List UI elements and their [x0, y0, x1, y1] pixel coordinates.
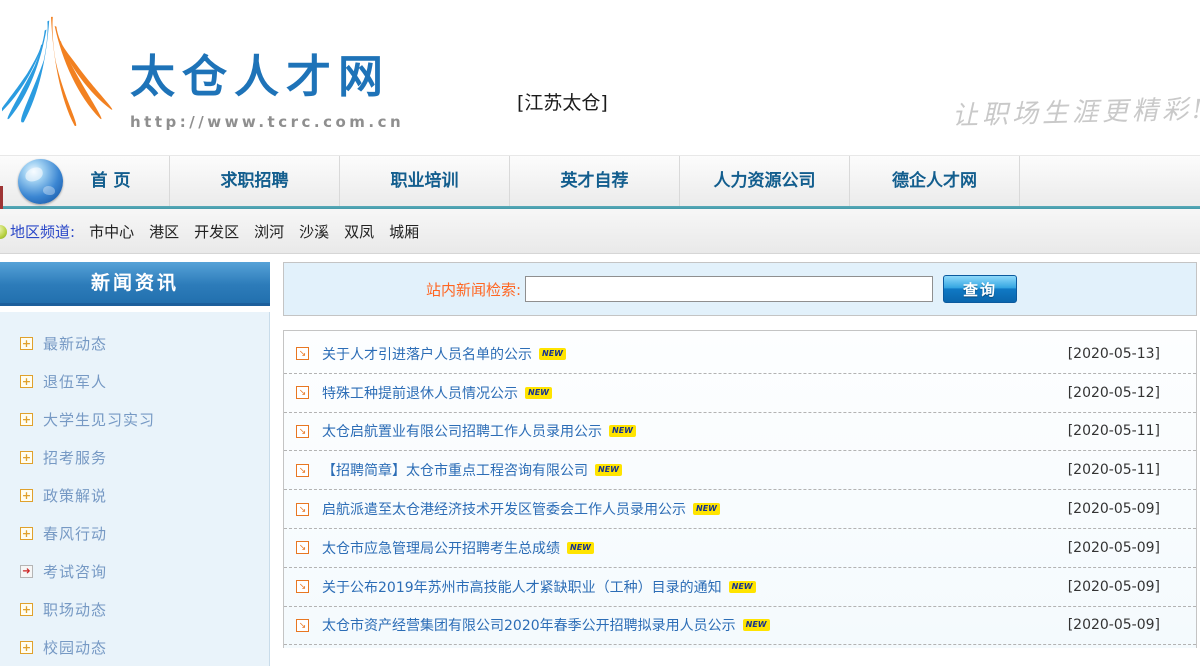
- news-date: [2020-05-09]: [1068, 540, 1160, 556]
- region-link-shuangfeng[interactable]: 双凤: [344, 221, 374, 242]
- news-date: [2020-05-09]: [1068, 579, 1160, 595]
- news-date: [2020-05-09]: [1068, 617, 1160, 633]
- page-content: 新闻资讯 + 最新动态 + 退伍军人 + 大学生见习实习 + 招考服务 + 政策…: [0, 254, 1200, 648]
- edge-sliver: [0, 186, 3, 211]
- news-row[interactable]: ↘ 特殊工种提前退休人员情况公示 NEW [2020-05-12]: [284, 374, 1196, 413]
- site-logo-icon: [2, 10, 120, 148]
- news-date: [2020-05-09]: [1068, 501, 1160, 517]
- region-link-gangqu[interactable]: 港区: [149, 221, 179, 242]
- region-link-shaxi[interactable]: 沙溪: [299, 221, 329, 242]
- orange-arrow-icon: ↘: [296, 580, 309, 593]
- globe-icon: [18, 159, 63, 204]
- region-link-liuhe[interactable]: 浏河: [254, 221, 284, 242]
- plus-box-icon: +: [20, 489, 33, 502]
- news-date: [2020-05-11]: [1068, 423, 1160, 439]
- news-row[interactable]: ↘ 太仓市资产经营集团有限公司2020年春季公开招聘拟录用人员公示 NEW [2…: [284, 607, 1196, 646]
- region-bullet-icon: [0, 225, 7, 239]
- nav-item-training[interactable]: 职业培训: [340, 156, 510, 206]
- region-link-downtown[interactable]: 市中心: [89, 221, 134, 242]
- plus-box-icon: +: [20, 641, 33, 654]
- site-name: 太仓人才网: [130, 40, 404, 105]
- site-url: http://www.tcrc.com.cn: [130, 113, 404, 131]
- site-slogan: 让职场生涯更精彩!: [951, 89, 1200, 133]
- site-location: [江苏太仓]: [517, 88, 608, 115]
- orange-arrow-icon: ↘: [296, 425, 309, 438]
- news-row[interactable]: ↘ 【招聘简章】太仓市重点工程咨询有限公司 NEW [2020-05-11]: [284, 451, 1196, 490]
- plus-box-icon: +: [20, 413, 33, 426]
- orange-arrow-icon: ↘: [296, 619, 309, 632]
- plus-box-icon: +: [20, 375, 33, 388]
- sidebar-item-workplace-news[interactable]: + 职场动态: [20, 590, 269, 628]
- new-badge: NEW: [525, 387, 552, 399]
- plus-box-icon: +: [20, 451, 33, 464]
- region-link-chengxiang[interactable]: 城厢: [389, 221, 419, 242]
- news-list: ↘ 关于人才引进落户人员名单的公示 NEW [2020-05-13] ↘ 特殊工…: [283, 330, 1197, 648]
- sidebar-item-student-internship[interactable]: + 大学生见习实习: [20, 400, 269, 438]
- sidebar-item-campus-news[interactable]: + 校园动态: [20, 628, 269, 666]
- news-search-panel: 站内新闻检索: 查询: [283, 262, 1197, 316]
- nav-item-german-talent[interactable]: 德企人才网: [850, 156, 1020, 206]
- sidebar-item-exam-consult[interactable]: ➜ 考试咨询: [20, 552, 269, 590]
- logo-text-block: 太仓人才网 http://www.tcrc.com.cn: [130, 40, 404, 131]
- news-row[interactable]: ↘ 关于人才引进落户人员名单的公示 NEW [2020-05-13]: [284, 335, 1196, 374]
- orange-arrow-icon: ↘: [296, 347, 309, 360]
- news-date: [2020-05-11]: [1068, 462, 1160, 478]
- site-header: 太仓人才网 http://www.tcrc.com.cn [江苏太仓] 让职场生…: [0, 0, 1200, 155]
- orange-arrow-icon: ↘: [296, 503, 309, 516]
- sidebar-item-latest-news[interactable]: + 最新动态: [20, 324, 269, 362]
- new-badge: NEW: [743, 619, 770, 631]
- news-main: 站内新闻检索: 查询 ↘ 关于人才引进落户人员名单的公示 NEW [2020-0…: [283, 262, 1197, 648]
- sidebar-item-veterans[interactable]: + 退伍军人: [20, 362, 269, 400]
- news-date: [2020-05-12]: [1068, 385, 1160, 401]
- news-row[interactable]: ↘ 启航派遣至太仓港经济技术开发区管委会工作人员录用公示 NEW [2020-0…: [284, 490, 1196, 529]
- region-channel-label: 地区频道:: [10, 221, 75, 242]
- region-link-kaifaqu[interactable]: 开发区: [194, 221, 239, 242]
- red-arrow-box-icon: ➜: [20, 565, 33, 578]
- search-label: 站内新闻检索:: [426, 279, 521, 300]
- new-badge: NEW: [567, 542, 594, 554]
- sidebar-item-policy[interactable]: + 政策解说: [20, 476, 269, 514]
- search-button[interactable]: 查询: [943, 275, 1017, 303]
- news-row[interactable]: ↘ 关于公布2019年苏州市高技能人才紧缺职业（工种）目录的通知 NEW [20…: [284, 568, 1196, 607]
- news-sidebar: 新闻资讯 + 最新动态 + 退伍军人 + 大学生见习实习 + 招考服务 + 政策…: [0, 262, 270, 648]
- new-badge: NEW: [693, 503, 720, 515]
- plus-box-icon: +: [20, 603, 33, 616]
- news-search-input[interactable]: [525, 276, 933, 302]
- orange-arrow-icon: ↘: [296, 541, 309, 554]
- sidebar-menu: + 最新动态 + 退伍军人 + 大学生见习实习 + 招考服务 + 政策解说 + …: [0, 312, 270, 666]
- new-badge: NEW: [609, 425, 636, 437]
- new-badge: NEW: [729, 581, 756, 593]
- nav-item-hr-company[interactable]: 人力资源公司: [680, 156, 850, 206]
- new-badge: NEW: [539, 348, 566, 360]
- sidebar-title: 新闻资讯: [0, 262, 270, 306]
- new-badge: NEW: [595, 464, 622, 476]
- news-date: [2020-05-13]: [1068, 346, 1160, 362]
- sidebar-item-exam-service[interactable]: + 招考服务: [20, 438, 269, 476]
- orange-arrow-icon: ↘: [296, 464, 309, 477]
- nav-item-self-recommend[interactable]: 英才自荐: [510, 156, 680, 206]
- region-channel-bar: 地区频道: 市中心 港区 开发区 浏河 沙溪 双凤 城厢: [0, 209, 1200, 254]
- sidebar-item-spring-action[interactable]: + 春风行动: [20, 514, 269, 552]
- nav-item-jobs[interactable]: 求职招聘: [170, 156, 340, 206]
- main-nav: 首 页 求职招聘 职业培训 英才自荐 人力资源公司 德企人才网: [0, 155, 1200, 209]
- news-row[interactable]: ↘ 太仓市应急管理局公开招聘考生总成绩 NEW [2020-05-09]: [284, 529, 1196, 568]
- plus-box-icon: +: [20, 527, 33, 540]
- plus-box-icon: +: [20, 337, 33, 350]
- news-row[interactable]: ↘ 太仓启航置业有限公司招聘工作人员录用公示 NEW [2020-05-11]: [284, 413, 1196, 452]
- orange-arrow-icon: ↘: [296, 386, 309, 399]
